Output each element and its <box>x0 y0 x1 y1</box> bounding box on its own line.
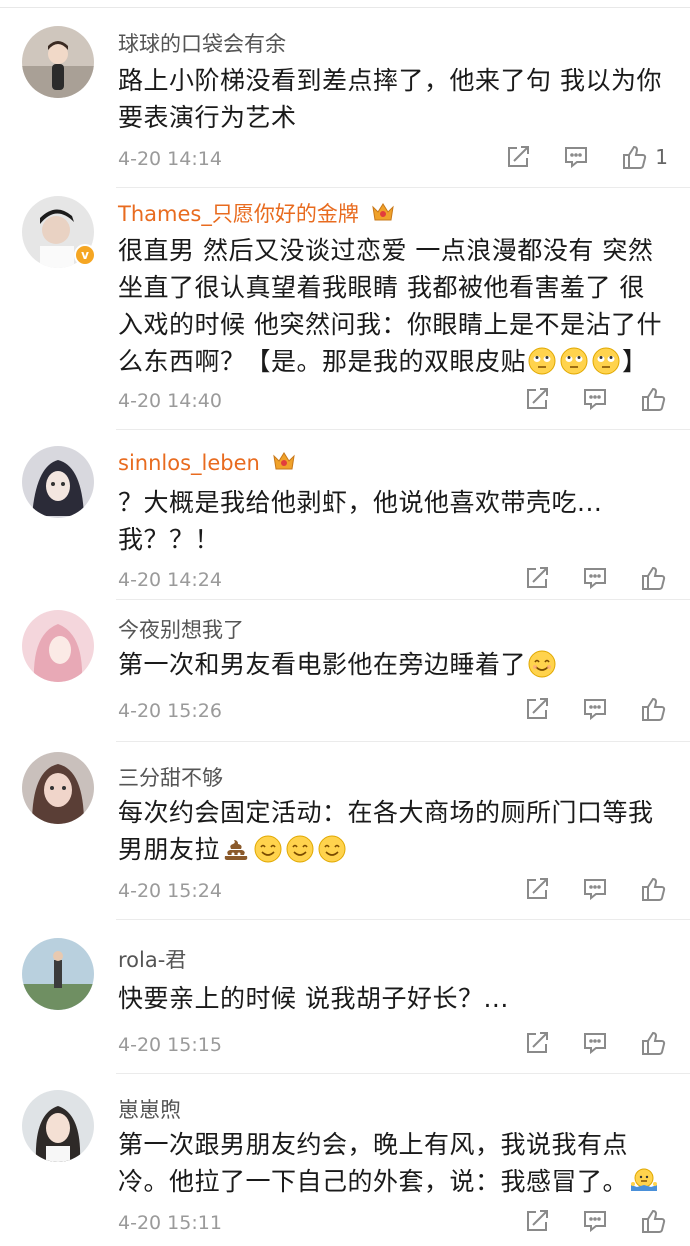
share-icon[interactable] <box>522 1028 552 1058</box>
comment-item: 球球的口袋会有余 路上小阶梯没看到差点摔了，他来了句 我以为你要表演行为艺术 4… <box>0 8 690 188</box>
vip-crown-icon <box>371 203 394 221</box>
share-icon[interactable] <box>522 874 552 904</box>
like-icon[interactable] <box>638 694 668 724</box>
avatar[interactable] <box>22 1090 94 1162</box>
like-icon[interactable] <box>638 384 668 414</box>
rolling-eyes-emoji <box>560 347 588 375</box>
comment-text: 第一次和男友看电影他在旁边睡着了 <box>118 646 668 683</box>
smile-emoji <box>528 650 556 678</box>
timestamp: 4-20 15:26 <box>118 700 222 722</box>
timestamp: 4-20 14:14 <box>118 148 222 170</box>
username[interactable]: 今夜别想我了 <box>118 614 244 644</box>
vip-crown-icon <box>272 452 295 470</box>
share-icon[interactable] <box>522 563 552 593</box>
verified-badge-icon: v <box>74 244 96 266</box>
like-icon[interactable] <box>638 563 668 593</box>
comment-text: 每次约会固定活动：在各大商场的厕所门口等我男朋友拉 <box>118 798 654 864</box>
avatar[interactable] <box>22 446 94 518</box>
timestamp: 4-20 15:11 <box>118 1212 222 1234</box>
comment-text: 很直男 然后又没谈过恋爱 一点浪漫都没有 突然坐直了很认真望着我眼睛 我都被他看… <box>118 236 662 376</box>
username[interactable]: 三分甜不够 <box>118 762 223 792</box>
comment-item: 今夜别想我了 第一次和男友看电影他在旁边睡着了 4-20 15:26 <box>0 600 690 742</box>
smile-emoji <box>286 835 314 863</box>
smile-emoji <box>318 835 346 863</box>
comment-text: 第一次跟男朋友约会，晚上有风，我说我有点冷。他拉了一下自己的外套，说：我感冒了。 <box>118 1126 668 1200</box>
like-icon[interactable] <box>638 874 668 904</box>
comment-icon[interactable] <box>580 874 610 904</box>
share-icon[interactable] <box>522 1206 552 1236</box>
comment-item: sinnlos_leben ？大概是我给他剥虾，他说他喜欢带壳吃...我？？！ … <box>0 430 690 600</box>
comment-icon[interactable] <box>580 563 610 593</box>
username[interactable]: sinnlos_leben <box>118 450 297 475</box>
share-icon[interactable] <box>522 694 552 724</box>
comment-icon[interactable] <box>580 1028 610 1058</box>
comment-text: ？大概是我给他剥虾，他说他喜欢带壳吃...我？？！ <box>118 488 603 554</box>
comment-icon[interactable] <box>580 1206 610 1236</box>
username[interactable]: 球球的口袋会有余 <box>118 28 286 58</box>
username[interactable]: Thames_只愿你好的金牌 <box>118 198 396 228</box>
timestamp: 4-20 14:40 <box>118 390 222 412</box>
like-icon[interactable] <box>619 142 649 172</box>
avatar[interactable] <box>22 610 94 682</box>
comment-item: 三分甜不够 每次约会固定活动：在各大商场的厕所门口等我男朋友拉 4-20 15:… <box>0 742 690 920</box>
poop-emoji <box>224 840 248 860</box>
avatar[interactable] <box>22 938 94 1010</box>
avatar[interactable] <box>22 26 94 98</box>
avatar[interactable] <box>22 752 94 824</box>
comment-icon[interactable] <box>580 694 610 724</box>
share-icon[interactable] <box>522 384 552 414</box>
comment-item: 崽崽煦 第一次跟男朋友约会，晚上有风，我说我有点冷。他拉了一下自己的外套，说：我… <box>0 1074 690 1246</box>
rolling-eyes-emoji <box>528 347 556 375</box>
username[interactable]: rola-君 <box>118 944 186 974</box>
comment-icon[interactable] <box>561 142 591 172</box>
comment-item: rola-君 快要亲上的时候 说我胡子好长？... 4-20 15:15 <box>0 920 690 1074</box>
timestamp: 4-20 14:24 <box>118 569 222 591</box>
comment-text: 快要亲上的时候 说我胡子好长？... <box>118 984 509 1013</box>
timestamp: 4-20 15:15 <box>118 1034 222 1056</box>
top-divider <box>0 0 690 8</box>
timestamp: 4-20 15:24 <box>118 880 222 902</box>
like-count: 1 <box>655 145 668 169</box>
smile-emoji <box>254 835 282 863</box>
username[interactable]: 崽崽煦 <box>118 1094 181 1124</box>
comment-item: v Thames_只愿你好的金牌 很直男 然后又没谈过恋爱 一点浪漫都没有 突然… <box>0 188 690 430</box>
comment-text: 路上小阶梯没看到差点摔了，他来了句 我以为你要表演行为艺术 <box>118 66 662 132</box>
like-icon[interactable] <box>638 1028 668 1058</box>
rolling-eyes-emoji <box>592 347 620 375</box>
share-icon[interactable] <box>503 142 533 172</box>
shrug-emoji <box>631 1168 658 1191</box>
comment-icon[interactable] <box>580 384 610 414</box>
like-icon[interactable] <box>638 1206 668 1236</box>
